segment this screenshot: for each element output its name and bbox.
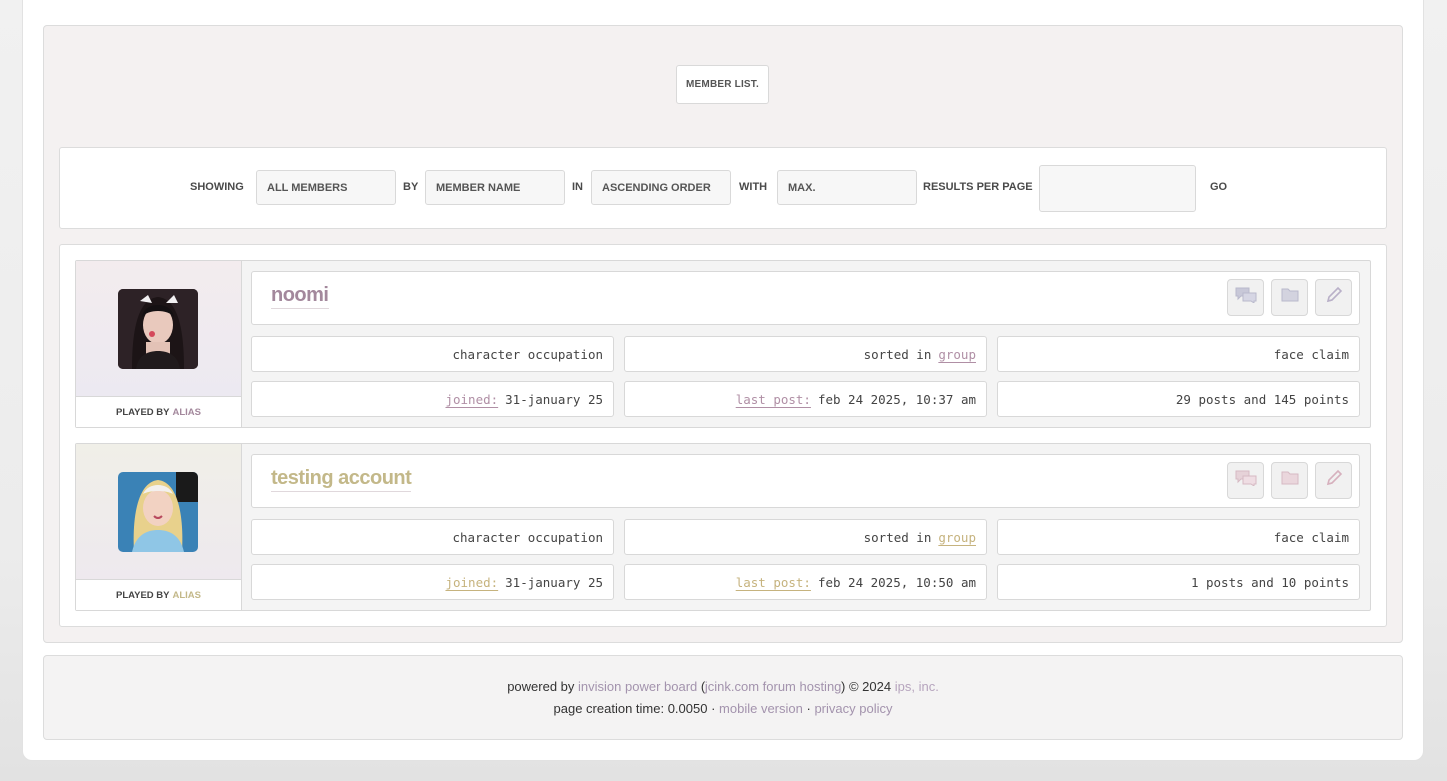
edit-button[interactable]	[1315, 279, 1352, 316]
footer-separator: ·	[806, 701, 811, 716]
speech-bubbles-icon	[1235, 470, 1257, 491]
joined-field: joined: 31-january 25	[251, 381, 614, 417]
pencil-icon	[1325, 469, 1343, 492]
avatar-area	[76, 444, 241, 579]
avatar[interactable]	[118, 472, 198, 552]
footer-credits: powered by invision power board ( jcink.…	[44, 679, 1402, 694]
last-post-value[interactable]: feb 24 2025, 10:37 am	[818, 392, 976, 407]
go-button[interactable]: GO	[1210, 181, 1227, 193]
powered-by-text: powered by	[507, 679, 575, 694]
results-per-page-label: RESULTS PER PAGE	[923, 181, 1033, 193]
avatar[interactable]	[118, 289, 198, 369]
edit-button[interactable]	[1315, 462, 1352, 499]
pm-button[interactable]	[1227, 462, 1264, 499]
joined-value: 31-january 25	[505, 391, 603, 407]
member-name-bar: testing account	[251, 454, 1360, 508]
speech-bubbles-icon	[1235, 287, 1257, 308]
joined-label: joined:	[445, 574, 499, 590]
group-field: sorted in group	[624, 519, 987, 555]
privacy-policy-link[interactable]: privacy policy	[814, 701, 892, 716]
showing-label: SHOWING	[190, 181, 244, 193]
folder-button[interactable]	[1271, 462, 1308, 499]
sorted-prefix: sorted in	[863, 346, 932, 362]
sorted-prefix: sorted in	[863, 529, 932, 545]
jcink-link[interactable]: jcink.com forum hosting	[705, 679, 842, 694]
copyright-text: ) © 2024	[841, 679, 892, 694]
member-card: PLAYED BY ALIAS noomi character occupati…	[75, 260, 1371, 428]
member-name[interactable]: noomi	[271, 284, 329, 309]
played-by-alias[interactable]: ALIAS	[173, 590, 202, 601]
folder-icon	[1281, 288, 1299, 307]
stats-field: 1 posts and 10 points	[997, 564, 1360, 600]
footer-meta: page creation time: 0.0050 · mobile vers…	[44, 701, 1402, 716]
mobile-version-link[interactable]: mobile version	[719, 701, 803, 716]
stats-field: 29 posts and 145 points	[997, 381, 1360, 417]
played-by: PLAYED BY ALIAS	[76, 396, 241, 427]
last-post-field: last post: feb 24 2025, 10:37 am	[624, 381, 987, 417]
joined-value: 31-january 25	[505, 574, 603, 590]
ips-link[interactable]: ips, inc.	[895, 679, 939, 694]
occupation-field: character occupation	[251, 519, 614, 555]
played-by-label: PLAYED BY	[116, 406, 170, 418]
pm-button[interactable]	[1227, 279, 1264, 316]
member-card: PLAYED BY ALIAS testing account characte…	[75, 443, 1371, 611]
results-per-page-input[interactable]	[1039, 165, 1196, 212]
face-claim-field: face claim	[997, 519, 1360, 555]
sort-by-select[interactable]: MEMBER NAME	[425, 170, 565, 205]
max-results-select[interactable]: MAX.	[777, 170, 917, 205]
creation-time: page creation time: 0.0050 ·	[553, 701, 716, 716]
group-field: sorted in group	[624, 336, 987, 372]
last-post-field: last post: feb 24 2025, 10:50 am	[624, 564, 987, 600]
avatar-area	[76, 261, 241, 396]
showing-select[interactable]: ALL MEMBERS	[256, 170, 396, 205]
played-by-label: PLAYED BY	[116, 589, 170, 601]
with-label: WITH	[739, 181, 768, 193]
face-claim-field: face claim	[997, 336, 1360, 372]
in-label: IN	[572, 181, 583, 193]
occupation-field: character occupation	[251, 336, 614, 372]
by-label: BY	[403, 181, 419, 193]
footer: powered by invision power board ( jcink.…	[43, 655, 1403, 740]
group-link[interactable]: group	[938, 347, 976, 362]
member-name-bar: noomi	[251, 271, 1360, 325]
member-sidebar: PLAYED BY ALIAS	[76, 444, 242, 610]
ipb-link[interactable]: invision power board	[578, 679, 697, 694]
played-by-alias[interactable]: ALIAS	[173, 407, 202, 418]
joined-field: joined: 31-january 25	[251, 564, 614, 600]
last-post-label: last post:	[735, 391, 811, 407]
pencil-icon	[1325, 286, 1343, 309]
last-post-value[interactable]: feb 24 2025, 10:50 am	[818, 575, 976, 590]
played-by: PLAYED BY ALIAS	[76, 579, 241, 610]
member-sidebar: PLAYED BY ALIAS	[76, 261, 242, 427]
member-name[interactable]: testing account	[271, 467, 412, 492]
order-select[interactable]: ASCENDING ORDER	[591, 170, 731, 205]
folder-button[interactable]	[1271, 279, 1308, 316]
page-title: MEMBER LIST.	[676, 65, 769, 104]
joined-label: joined:	[445, 391, 499, 407]
group-link[interactable]: group	[938, 530, 976, 545]
last-post-label: last post:	[735, 574, 811, 590]
folder-icon	[1281, 471, 1299, 490]
